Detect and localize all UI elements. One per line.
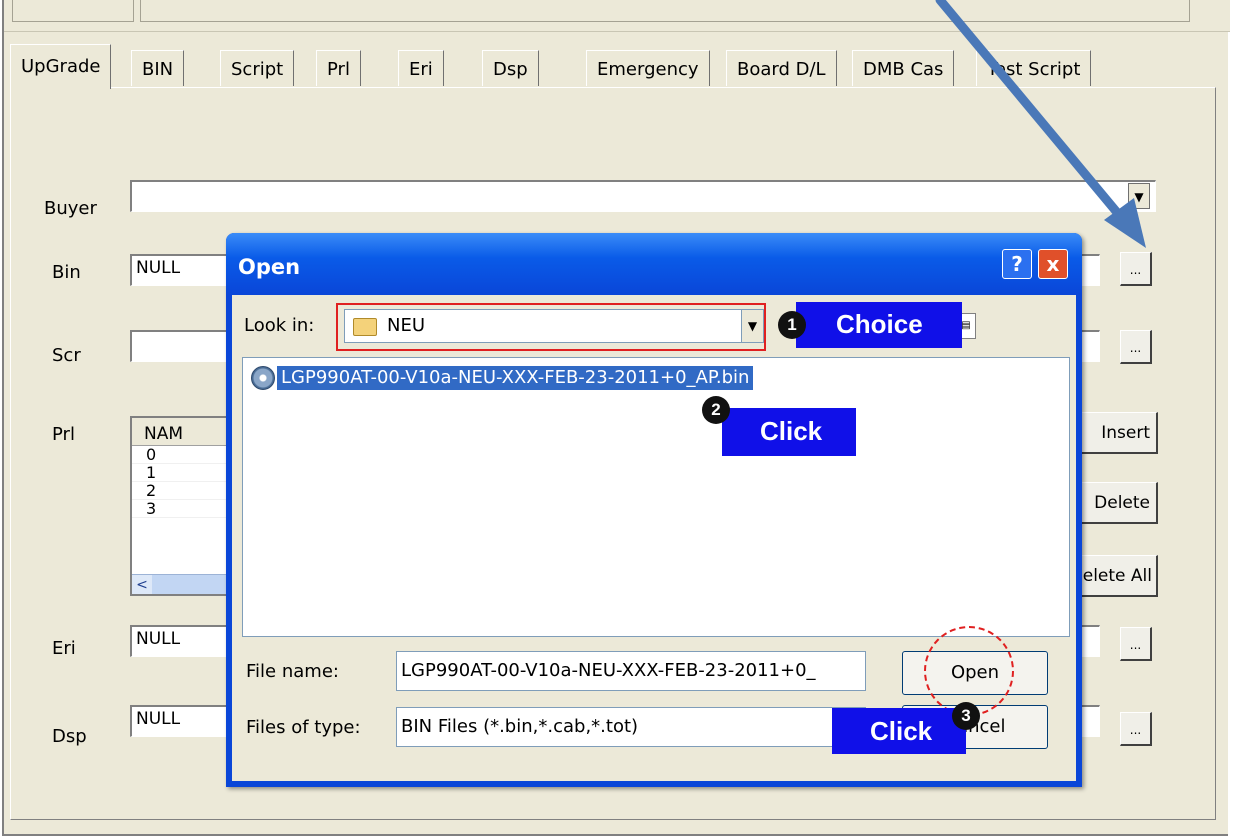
tab-upgrade[interactable]: UpGrade bbox=[10, 44, 112, 89]
pointer-arrow-icon bbox=[935, 0, 1146, 248]
